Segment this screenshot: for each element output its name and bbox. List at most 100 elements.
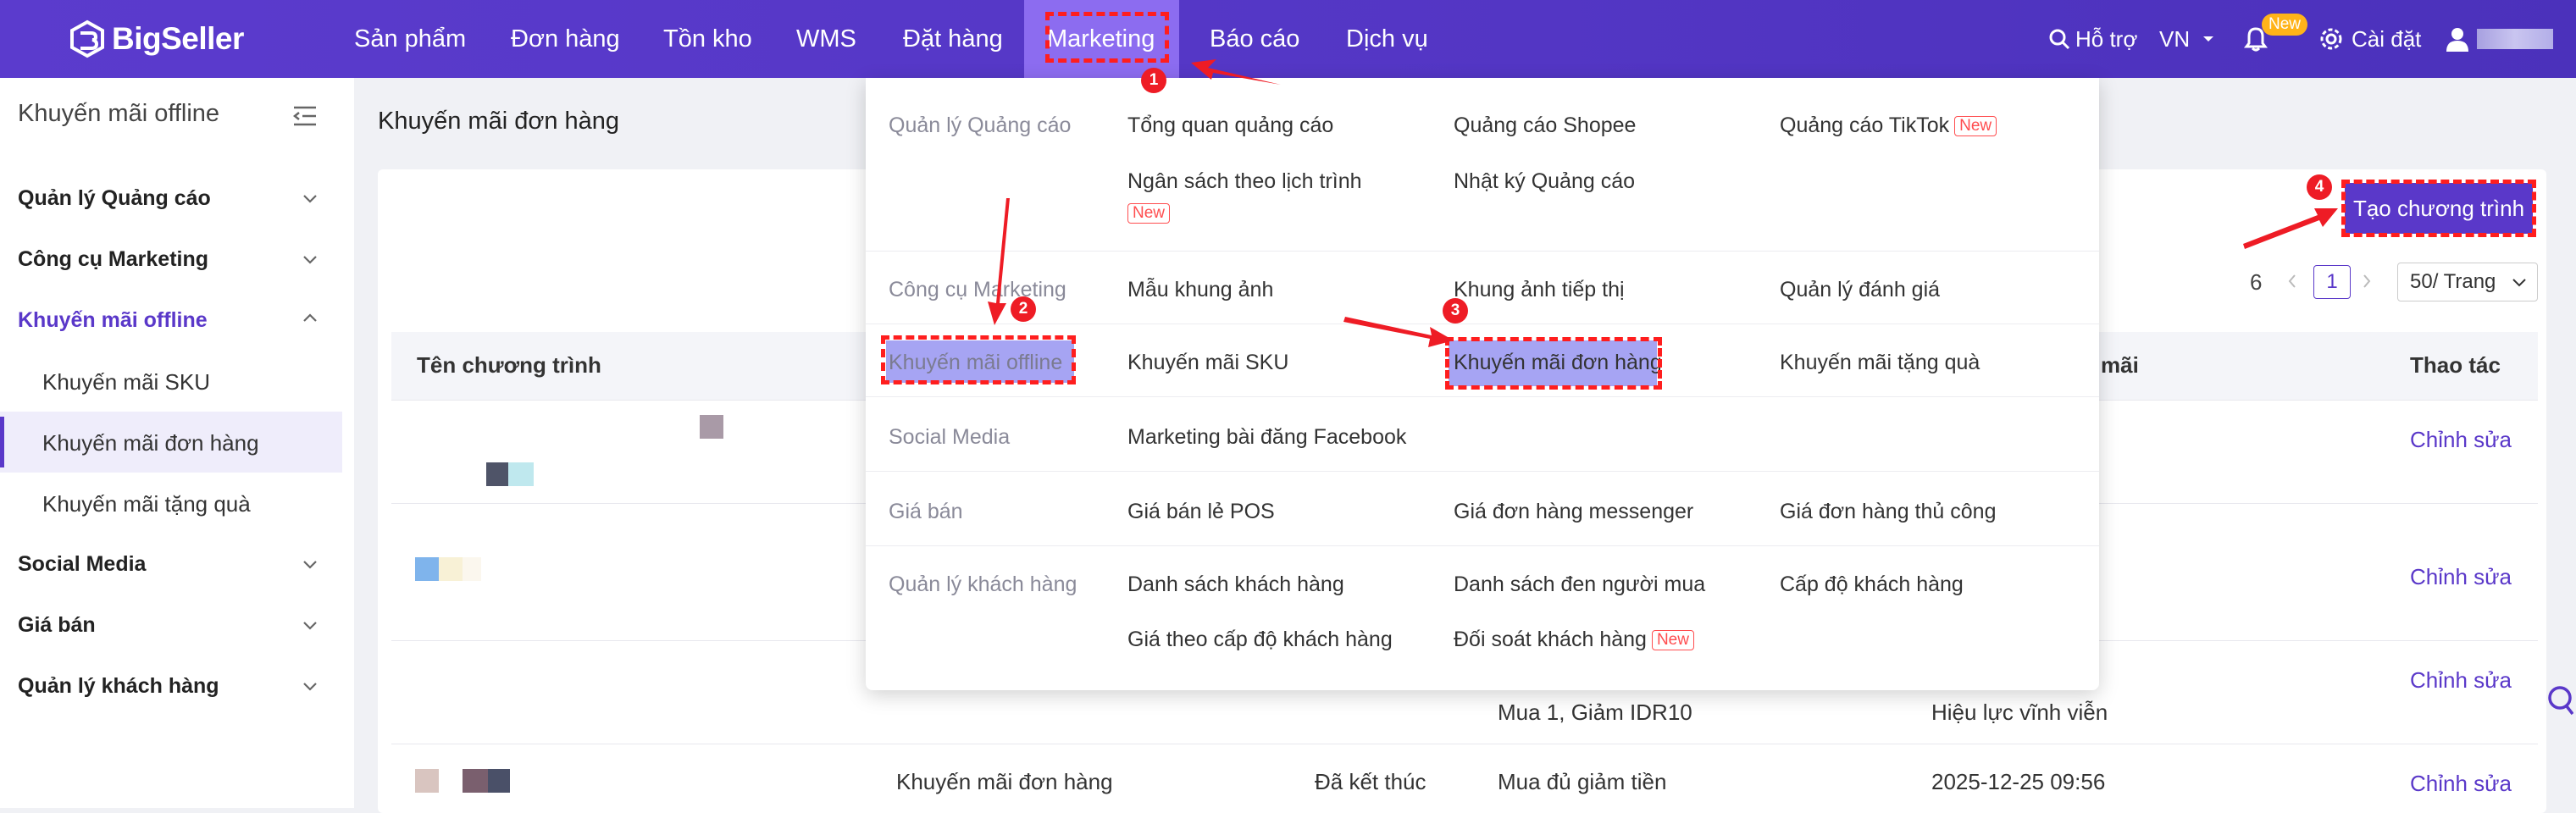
product-thumbnail-masked [463,557,481,581]
product-thumbnail-masked [463,769,488,793]
menu-item-ads-overview[interactable]: Tổng quan quảng cáo [1127,113,1333,138]
region-selector[interactable]: VN [2159,0,2215,78]
product-thumbnail-masked [508,462,534,486]
menu-divider [866,471,2099,472]
region-label: VN [2159,26,2191,52]
page-size-select[interactable]: 50/ Trang [2397,263,2538,301]
menu-item-manual-order-price[interactable]: Giá đơn hàng thủ công [1780,500,1996,524]
annotation-box-marketing [1045,12,1169,63]
sidebar-title: Khuyến mãi offline [18,100,220,127]
sidebar-item-sku-promo[interactable]: Khuyến mãi SKU [42,369,210,395]
sidebar-group-pricing[interactable]: Giá bán [18,613,96,638]
menu-item-messenger-price[interactable]: Giá đơn hàng messenger [1454,500,1693,524]
menu-item-level-pricing[interactable]: Giá theo cấp độ khách hàng [1127,628,1393,652]
step-number-3: 3 [1443,298,1468,324]
validity: Hiệu lực vĩnh viễn [1931,700,2108,725]
nav-purchase[interactable]: Đặt hàng [903,0,1003,78]
new-tag: New [1954,116,1997,136]
edit-link[interactable]: Chỉnh sửa [2410,427,2512,453]
pager-next-icon[interactable] [2360,273,2374,290]
menu-item-facebook-post-marketing[interactable]: Marketing bài đăng Facebook [1127,425,1406,450]
brand-name: BigSeller [112,21,244,56]
product-thumbnail-masked [439,557,463,581]
collapse-sidebar-icon[interactable] [292,105,318,127]
nav-inventory[interactable]: Tồn kho [663,0,752,78]
chevron-down-icon [2512,279,2526,287]
product-thumbnail-masked [486,462,508,486]
menu-category-ads: Quản lý Quảng cáo [889,113,1072,137]
chevron-up-icon [303,313,317,322]
chevron-down-icon [303,256,317,264]
page-title: Khuyến mãi đơn hàng [378,108,620,135]
settings-link[interactable]: Cài đặt [2319,0,2421,78]
chevron-down-icon [303,622,317,630]
promo-rule: Mua 1, Giảm IDR10 [1498,700,1692,725]
support-link[interactable]: Hỗ trợ [2048,0,2137,78]
sidebar-group-marketing-tools[interactable]: Công cụ Marketing [18,247,208,272]
notification-button[interactable] [2243,0,2269,78]
nav-products[interactable]: Sản phẩm [354,0,466,78]
nav-orders[interactable]: Đơn hàng [511,0,620,78]
menu-category-marketing-tools: Công cụ Marketing [889,278,1066,301]
new-tag: New [1127,203,1171,224]
chevron-down-icon [303,683,317,691]
new-tag: New [1651,630,1694,650]
annotation-box-create [2341,180,2536,237]
sidebar-group-offline-promo[interactable]: Khuyến mãi offline [18,308,208,333]
edit-link[interactable]: Chỉnh sửa [2410,771,2512,797]
menu-category-pricing: Giá bán [889,500,963,523]
sidebar-active-indicator [0,417,4,467]
product-thumbnail-masked [488,769,510,793]
nav-services[interactable]: Dịch vụ [1346,0,1428,78]
sidebar-item-order-promo[interactable]: Khuyến mãi đơn hàng [42,430,259,456]
sidebar-item-gift-promo[interactable]: Khuyến mãi tặng quà [42,491,251,517]
nav-wms[interactable]: WMS [796,0,856,78]
menu-category-social-media: Social Media [889,425,1011,449]
support-label: Hỗ trợ [2075,26,2138,52]
step-number-4: 4 [2307,174,2332,200]
menu-item-scheduled-budget[interactable]: Ngân sách theo lịch trình [1127,169,1362,194]
menu-item-tiktok-ads[interactable]: Quảng cáo TikTok New [1780,113,1997,138]
brand-logo[interactable]: BigSeller [68,19,244,58]
menu-item-ads-log[interactable]: Nhật ký Quảng cáo [1454,169,1635,194]
nav-reports[interactable]: Báo cáo [1210,0,1299,78]
edit-link[interactable]: Chỉnh sửa [2410,564,2512,590]
sidebar-group-social-media[interactable]: Social Media [18,552,146,577]
menu-item-pos-price[interactable]: Giá bán lẻ POS [1127,500,1275,524]
chevron-down-icon [303,195,317,203]
promo-type: Khuyến mãi đơn hàng [896,769,1113,794]
menu-item-review-management[interactable]: Quản lý đánh giá [1780,278,1940,302]
menu-item-shopee-ads[interactable]: Quảng cáo Shopee [1454,113,1636,138]
page-size-value: 50/ Trang [2410,270,2496,293]
user-menu[interactable] [2445,0,2553,78]
pager-total: 6 [2250,269,2263,295]
step-number-2: 2 [1011,296,1036,322]
menu-divider [866,396,2099,397]
menu-item-buyer-blacklist[interactable]: Danh sách đen người mua [1454,572,1705,597]
sidebar-group-ads[interactable]: Quản lý Quảng cáo [18,186,211,211]
menu-divider [866,251,2099,252]
pager-current-page[interactable]: 1 [2313,265,2351,299]
menu-item-gift-promo[interactable]: Khuyến mãi tặng quà [1780,351,1980,375]
promo-rule: Mua đủ giảm tiền [1498,769,1667,794]
pager-prev-icon[interactable] [2285,273,2299,290]
product-thumbnail-masked [700,415,723,439]
annotation-box-offline-promo [881,335,1076,384]
menu-item-frame-template[interactable]: Mẫu khung ảnh [1127,278,1273,302]
menu-item-sku-promo[interactable]: Khuyến mãi SKU [1127,351,1288,375]
user-icon [2446,28,2468,52]
promo-status: Đã kết thúc [1315,769,1426,794]
column-promo-partial: mãi [2101,352,2139,378]
menu-item-customer-level[interactable]: Cấp độ khách hàng [1780,572,1964,597]
user-name-masked [2477,29,2553,49]
menu-item-marketing-frame[interactable]: Khung ảnh tiếp thị [1454,278,1625,302]
settings-label: Cài đặt [2352,26,2422,52]
sidebar-group-customers[interactable]: Quản lý khách hàng [18,674,219,699]
menu-item-customer-reconciliation[interactable]: Đối soát khách hàng New [1454,628,1694,652]
edit-link[interactable]: Chỉnh sửa [2410,667,2512,694]
gear-icon [2320,28,2342,50]
search-icon[interactable] [2543,684,2573,718]
menu-item-customer-list[interactable]: Danh sách khách hàng [1127,572,1344,597]
menu-divider [866,545,2099,546]
bigseller-logo-icon [70,19,104,58]
